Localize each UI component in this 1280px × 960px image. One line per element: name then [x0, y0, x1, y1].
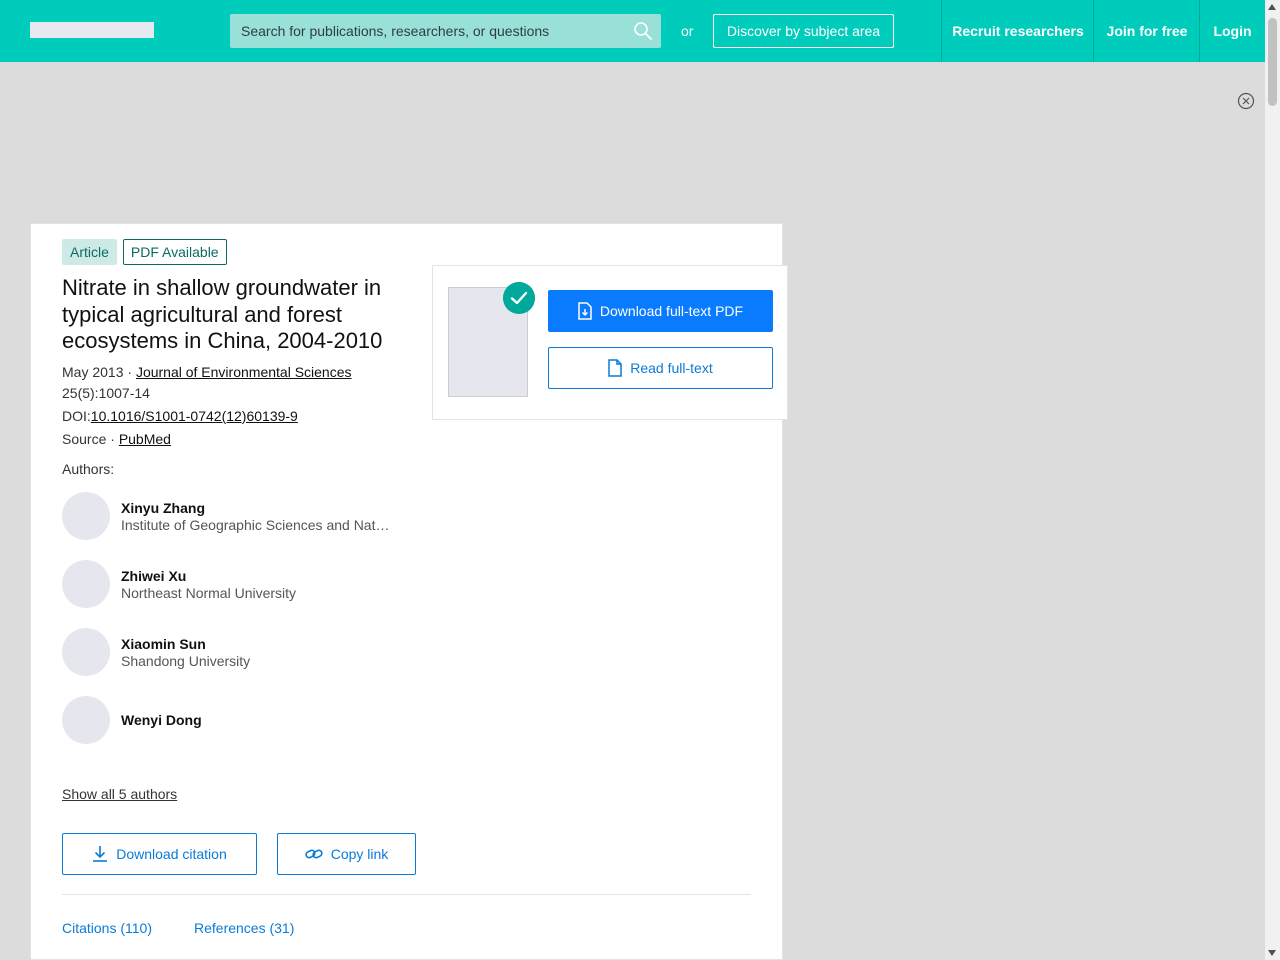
avatar[interactable] — [62, 560, 110, 608]
site-logo[interactable] — [30, 22, 154, 38]
nav-recruit-researchers[interactable]: Recruit researchers — [941, 0, 1094, 62]
doi-link[interactable]: 10.1016/S1001-0742(12)60139-9 — [91, 408, 298, 424]
author-item[interactable]: Xiaomin Sun Shandong University — [62, 628, 402, 676]
search-icon[interactable] — [633, 21, 653, 41]
author-name[interactable]: Xiaomin Sun — [121, 636, 206, 652]
show-all-authors-link[interactable]: Show all 5 authors — [62, 786, 177, 802]
article-type-badge: Article — [62, 239, 117, 265]
author-institution: Shandong University — [121, 653, 251, 669]
article-title: Nitrate in shallow groundwater in typica… — [62, 275, 383, 353]
or-separator: or — [681, 23, 694, 39]
download-citation-button[interactable]: Download citation — [62, 833, 257, 875]
authors-label: Authors: — [62, 461, 115, 477]
avatar[interactable] — [62, 628, 110, 676]
pdf-available-badge: PDF Available — [122, 239, 227, 265]
doi-row: DOI:10.1016/S1001-0742(12)60139-9 — [62, 408, 298, 424]
download-pdf-button[interactable]: Download full-text PDF — [548, 290, 773, 332]
source-label: Source · — [62, 431, 119, 447]
avatar[interactable] — [62, 492, 110, 540]
file-icon — [608, 359, 622, 377]
close-ad-icon[interactable] — [1237, 92, 1255, 110]
doi-label: DOI: — [62, 408, 91, 424]
tab-references[interactable]: References (31) — [194, 920, 294, 936]
meta-separator: · — [123, 364, 136, 380]
volume-pages: 25(5):1007-14 — [62, 385, 150, 401]
nav-join-for-free[interactable]: Join for free — [1093, 0, 1200, 62]
tab-citations[interactable]: Citations (110) — [62, 920, 152, 936]
source-link[interactable]: PubMed — [119, 431, 171, 447]
download-pdf-label: Download full-text PDF — [599, 303, 744, 319]
link-icon — [305, 849, 323, 859]
author-item[interactable]: Wenyi Dong — [62, 696, 402, 744]
publication-date: May 2013 — [62, 364, 124, 380]
discover-by-subject-button[interactable]: Discover by subject area — [713, 14, 894, 48]
section-divider — [62, 894, 751, 895]
author-name[interactable]: Xinyu Zhang — [121, 500, 205, 516]
page-scrollbar[interactable] — [1265, 0, 1280, 960]
author-item[interactable]: Xinyu Zhang Institute of Geographic Scie… — [62, 492, 402, 540]
publication-info: May 2013 · Journal of Environmental Scie… — [62, 364, 352, 380]
scroll-thumb[interactable] — [1268, 18, 1277, 106]
avatar[interactable] — [62, 696, 110, 744]
scroll-down-arrow-icon[interactable] — [1268, 950, 1276, 956]
download-icon — [93, 846, 108, 862]
author-name[interactable]: Zhiwei Xu — [121, 568, 186, 584]
author-institution: Institute of Geographic Sciences and Nat… — [121, 517, 391, 533]
search-box[interactable] — [230, 14, 661, 48]
download-citation-label: Download citation — [116, 846, 227, 862]
check-icon — [503, 282, 535, 314]
copy-link-label: Copy link — [330, 846, 389, 862]
read-full-text-button[interactable]: Read full-text — [548, 347, 773, 389]
author-item[interactable]: Zhiwei Xu Northeast Normal University — [62, 560, 402, 608]
top-navigation-bar: or Discover by subject area Recruit rese… — [0, 0, 1265, 62]
source-row: Source · PubMed — [62, 431, 171, 447]
pdf-panel: Download full-text PDF Read full-text — [432, 265, 788, 420]
nav-login[interactable]: Login — [1199, 0, 1265, 62]
file-download-icon — [578, 302, 592, 320]
scroll-up-arrow-icon[interactable] — [1268, 4, 1276, 10]
search-input[interactable] — [230, 14, 620, 48]
author-institution: Northeast Normal University — [121, 585, 297, 601]
copy-link-button[interactable]: Copy link — [277, 833, 416, 875]
read-full-text-label: Read full-text — [630, 360, 713, 376]
author-name[interactable]: Wenyi Dong — [121, 712, 202, 728]
journal-link[interactable]: Journal of Environmental Sciences — [136, 364, 352, 380]
article-badges: Article PDF Available — [62, 239, 227, 265]
